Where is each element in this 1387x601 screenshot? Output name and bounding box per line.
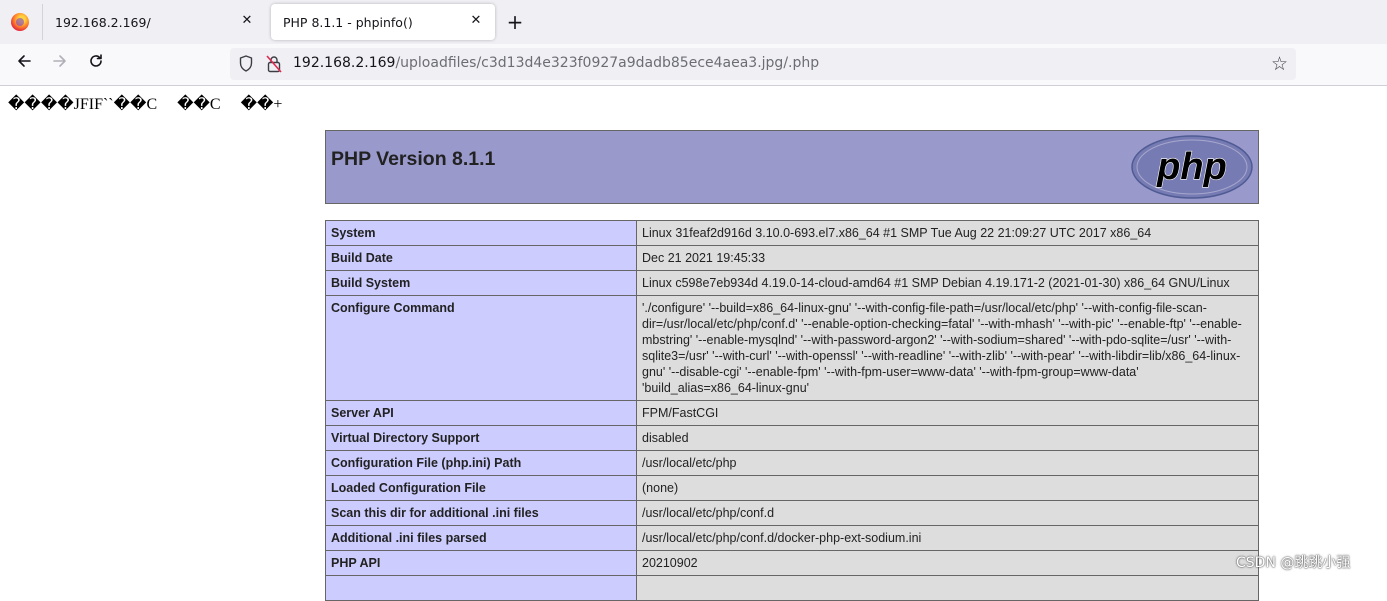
table-row: Scan this dir for additional .ini files /… bbox=[325, 500, 1259, 526]
table-row: Configure Command './configure' '--build=… bbox=[325, 295, 1259, 401]
php-logo-text: php bbox=[1156, 146, 1227, 188]
table-row: System Linux 31feaf2d916d 3.10.0-693.el7.… bbox=[325, 220, 1259, 246]
url-text[interactable]: 192.168.2.169/uploadfiles/c3d13d4e323f09… bbox=[293, 55, 819, 71]
url-host: 192.168.2.169 bbox=[293, 55, 396, 71]
tab-home[interactable]: 192.168.2.169/ ✕ bbox=[42, 4, 266, 40]
table-row: Configuration File (php.ini) Path/usr/lo… bbox=[325, 450, 1259, 476]
back-arrow-icon[interactable] bbox=[12, 52, 36, 76]
row-key: Configuration File (php.ini) Path bbox=[325, 450, 637, 476]
row-key: Virtual Directory Support bbox=[325, 425, 637, 451]
table-row: Build Date Dec 21 2021 19:45:33 bbox=[325, 245, 1259, 271]
row-key: System bbox=[325, 220, 637, 246]
row-key: PHP API bbox=[325, 550, 637, 576]
row-key: Build Date bbox=[325, 245, 637, 271]
reload-icon[interactable] bbox=[84, 52, 108, 76]
table-row: PHP API 20210902 bbox=[325, 550, 1259, 576]
table-row: Server API FPM/FastCGI bbox=[325, 400, 1259, 426]
row-value: Linux c598e7eb934d 4.19.0-14-cloud-amd64… bbox=[636, 270, 1259, 296]
row-key: Scan this dir for additional .ini files bbox=[325, 500, 637, 526]
tab-title: PHP 8.1.1 - phpinfo() bbox=[283, 15, 413, 30]
firefox-logo-icon[interactable] bbox=[11, 13, 29, 31]
table-row: Loaded Configuration File (none) bbox=[325, 475, 1259, 501]
row-value: /usr/local/etc/php bbox=[636, 450, 1259, 476]
close-icon[interactable]: ✕ bbox=[467, 12, 485, 30]
row-key bbox=[325, 575, 637, 601]
address-bar[interactable]: 192.168.2.169/uploadfiles/c3d13d4e323f09… bbox=[230, 48, 1296, 80]
shield-icon[interactable] bbox=[239, 55, 253, 72]
row-value: FPM/FastCGI bbox=[636, 400, 1259, 426]
row-value: /usr/local/etc/php/conf.d bbox=[636, 500, 1259, 526]
tab-title: 192.168.2.169/ bbox=[55, 15, 151, 30]
plus-icon[interactable]: + bbox=[503, 10, 527, 34]
row-value: disabled bbox=[636, 425, 1259, 451]
table-row: Additional .ini files parsed/usr/local/e… bbox=[325, 525, 1259, 551]
bookmark-star-icon[interactable]: ☆ bbox=[1271, 53, 1288, 75]
tab-strip: 192.168.2.169/ ✕ PHP 8.1.1 - phpinfo() ✕… bbox=[0, 0, 1387, 44]
page-title: PHP Version 8.1.1 bbox=[331, 148, 496, 170]
php-logo-icon[interactable]: php bbox=[1131, 135, 1253, 199]
row-key: Server API bbox=[325, 400, 637, 426]
close-icon[interactable]: ✕ bbox=[238, 12, 256, 30]
row-value bbox=[636, 575, 1259, 601]
row-key: Additional .ini files parsed bbox=[325, 525, 637, 551]
table-row: Build System Linux c598e7eb934d 4.19.0-14… bbox=[325, 270, 1259, 296]
url-path: /uploadfiles/c3d13d4e323f0927a9dadb85ece… bbox=[395, 55, 820, 71]
row-value: './configure' '--build=x86_64-linux-gnu'… bbox=[636, 295, 1259, 401]
tab-phpinfo[interactable]: PHP 8.1.1 - phpinfo() ✕ bbox=[271, 4, 495, 40]
php-version-header: PHP Version 8.1.1 php bbox=[325, 130, 1259, 204]
row-value: 20210902 bbox=[636, 550, 1259, 576]
row-value: Linux 31feaf2d916d 3.10.0-693.el7.x86_64… bbox=[636, 220, 1259, 246]
row-value: (none) bbox=[636, 475, 1259, 501]
navigation-toolbar: 192.168.2.169/uploadfiles/c3d13d4e323f09… bbox=[0, 44, 1387, 86]
binary-jpeg-header-text: ����JFIF``��C ��C ��+ bbox=[8, 96, 283, 113]
row-key: Loaded Configuration File bbox=[325, 475, 637, 501]
insecure-lock-icon[interactable] bbox=[266, 55, 282, 73]
table-row: Virtual Directory Support disabled bbox=[325, 425, 1259, 451]
csdn-watermark: CSDN @跳跳小强 bbox=[1236, 555, 1351, 571]
forward-arrow-icon[interactable] bbox=[48, 52, 72, 76]
row-value: Dec 21 2021 19:45:33 bbox=[636, 245, 1259, 271]
phpinfo-table: System Linux 31feaf2d916d 3.10.0-693.el7.… bbox=[325, 220, 1259, 601]
row-key: Build System bbox=[325, 270, 637, 296]
table-row bbox=[325, 575, 1259, 601]
row-value: /usr/local/etc/php/conf.d/docker-php-ext… bbox=[636, 525, 1259, 551]
row-key: Configure Command bbox=[325, 295, 637, 401]
